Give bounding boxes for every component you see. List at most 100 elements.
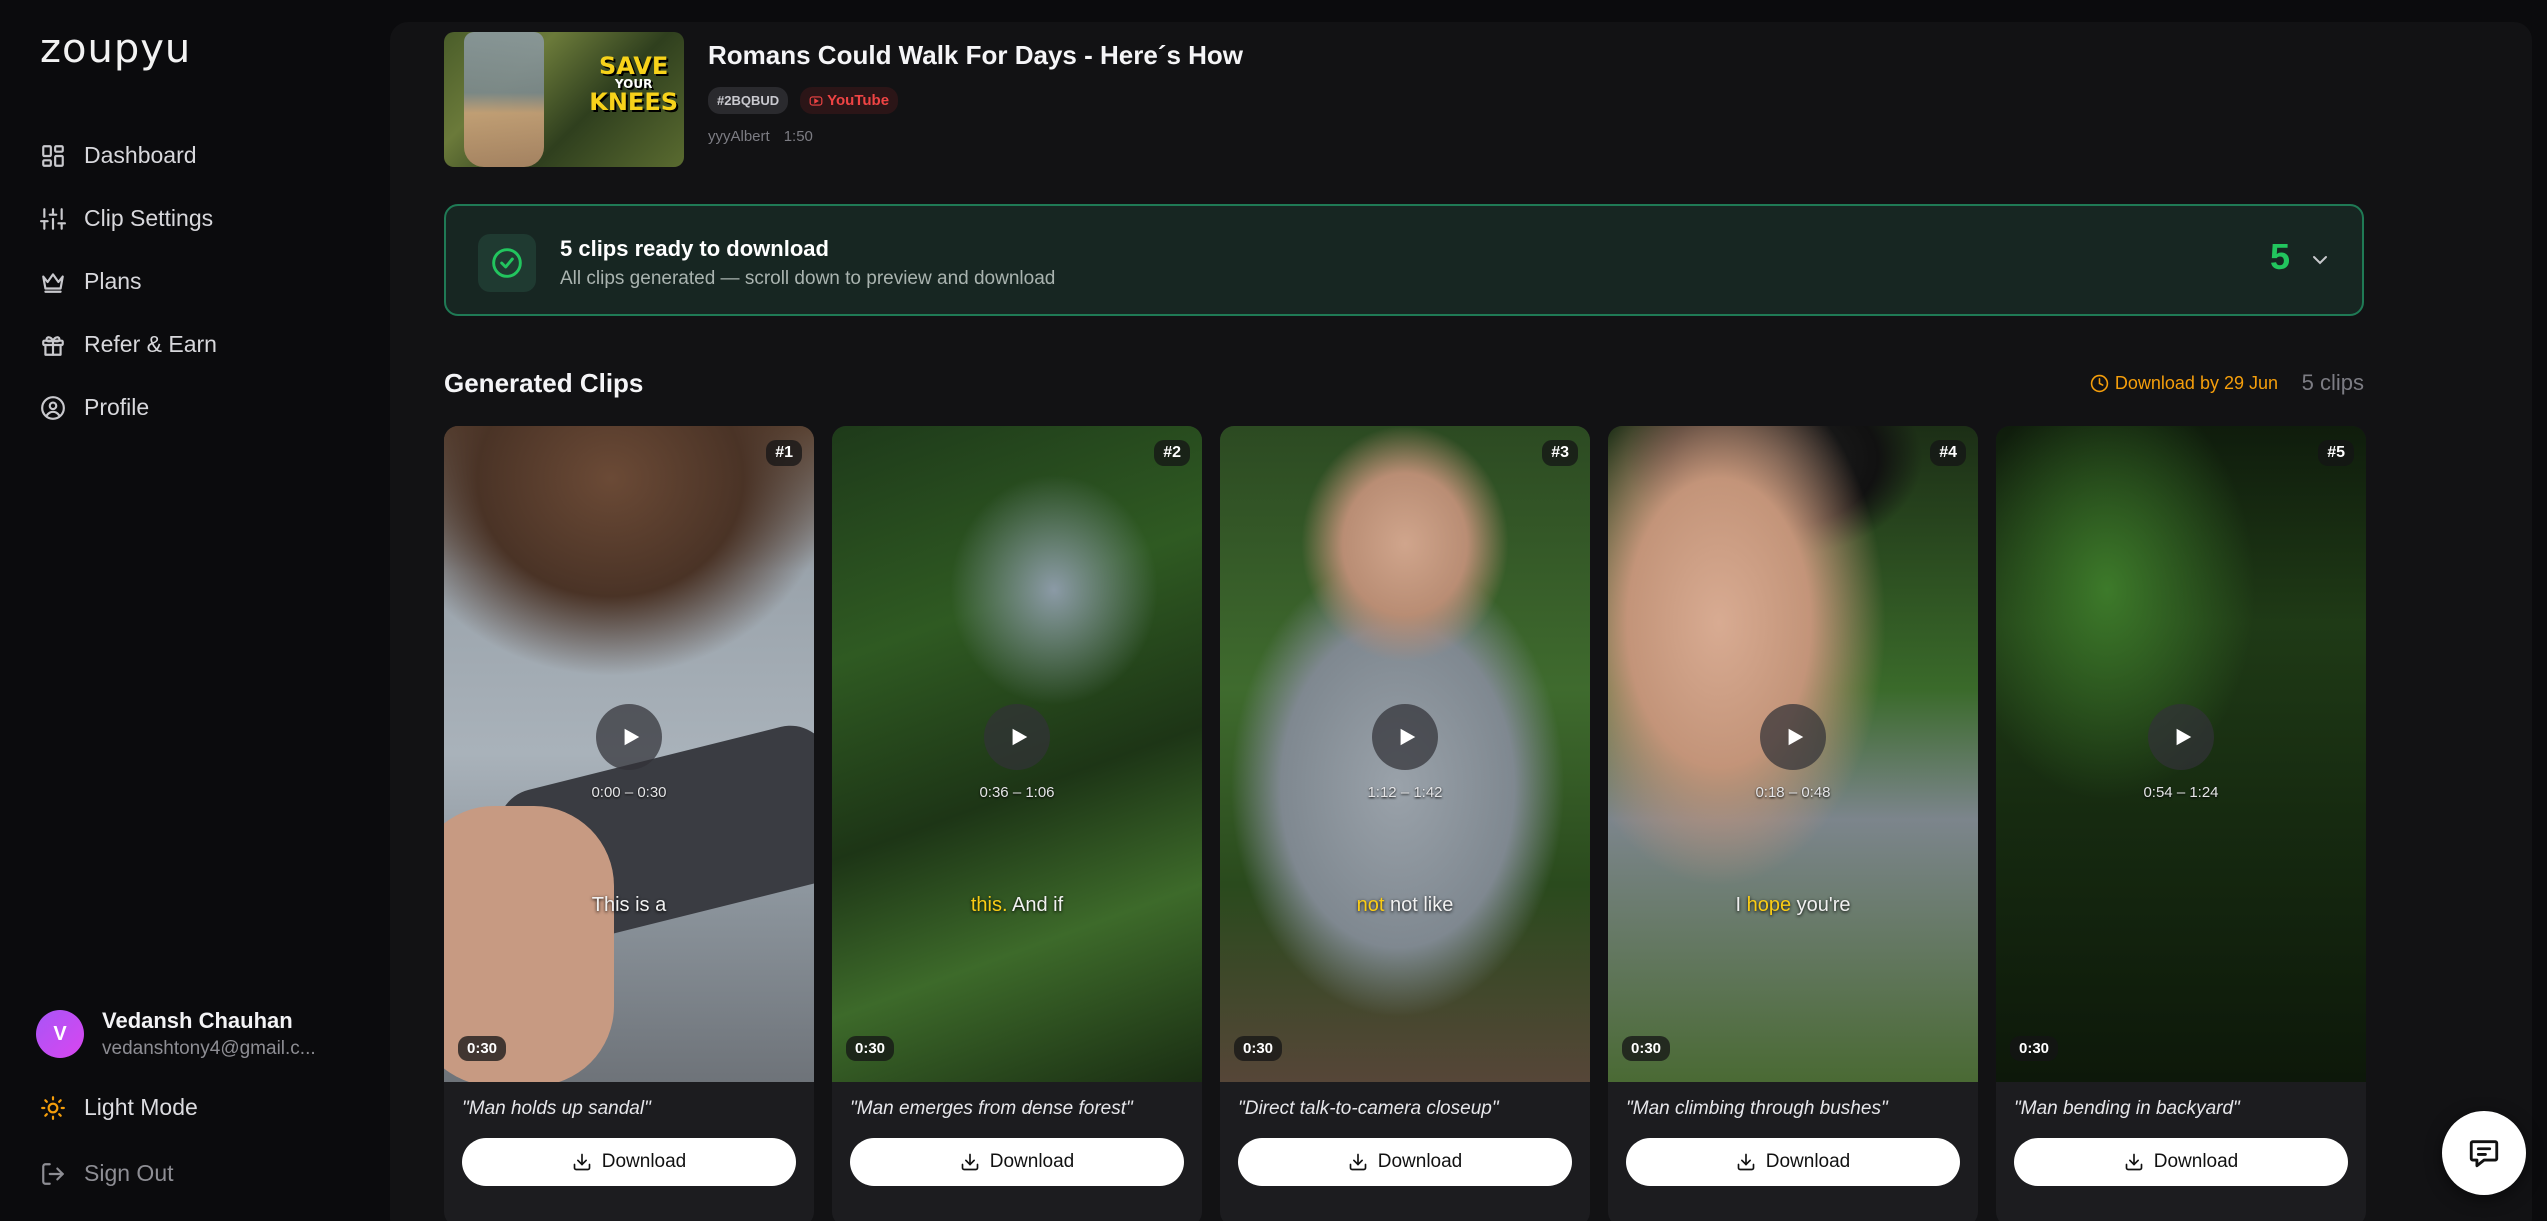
caption-text: This is a xyxy=(591,894,667,916)
download-label: Download xyxy=(601,1151,687,1172)
clip-card: #2 0:36 – 1:06 this. And if 0:30 "Man em… xyxy=(832,426,1202,1221)
play-icon xyxy=(1400,728,1416,746)
play-button[interactable] xyxy=(984,704,1050,770)
clock-icon xyxy=(2090,374,2109,393)
download-button[interactable]: Download xyxy=(850,1138,1184,1186)
source-label: YouTube xyxy=(827,92,890,109)
download-icon xyxy=(1737,1153,1755,1171)
section-title: Generated Clips xyxy=(444,368,644,398)
play-icon xyxy=(1788,728,1804,746)
clip-caption: this. And if xyxy=(832,894,1202,917)
play-icon xyxy=(1012,728,1028,746)
chevron-down-icon[interactable] xyxy=(2308,248,2332,272)
channel-name: yyyAlbert xyxy=(708,128,770,145)
download-icon xyxy=(2125,1153,2143,1171)
play-button[interactable] xyxy=(2148,704,2214,770)
clip-time-range: 0:36 – 1:06 xyxy=(979,784,1055,801)
ready-count: 5 xyxy=(2269,236,2290,277)
sidebar: zoupyu Dashboard Clip Settings Plans Ref… xyxy=(0,0,390,1221)
clip-count: 5 clips xyxy=(2301,370,2364,395)
user-profile[interactable]: V Vedansh Chauhan vedanshtony4@gmail.c..… xyxy=(36,1008,316,1060)
caption-text: And if xyxy=(1007,894,1064,916)
caption-highlight: hope xyxy=(1746,894,1792,916)
light-mode-toggle[interactable]: Light Mode xyxy=(40,1094,198,1121)
caption-highlight: this. xyxy=(970,894,1008,916)
clip-number-badge: #5 xyxy=(2318,440,2354,466)
download-label: Download xyxy=(1765,1151,1851,1172)
clip-preview[interactable]: #3 1:12 – 1:42 not not like 0:30 xyxy=(1220,426,1590,1082)
user-name: Vedansh Chauhan xyxy=(102,1008,293,1033)
sidebar-item-profile[interactable]: Profile xyxy=(40,376,217,439)
video-title: Romans Could Walk For Days - Here´s How xyxy=(708,40,1244,70)
clip-caption: not not like xyxy=(1220,894,1590,917)
clip-duration-badge: 0:30 xyxy=(1622,1036,1671,1061)
clip-number-badge: #4 xyxy=(1930,440,1966,466)
sidebar-item-plans[interactable]: Plans xyxy=(40,250,217,313)
youtube-icon xyxy=(809,95,823,106)
sidebar-item-refer-earn[interactable]: Refer & Earn xyxy=(40,313,217,376)
video-sub-info: yyyAlbert 1:50 xyxy=(708,128,1243,145)
clip-title: "Man bending in backyard" xyxy=(2014,1098,2240,1119)
sidebar-nav: Dashboard Clip Settings Plans Refer & Ea… xyxy=(40,124,217,439)
clip-card: #4 0:18 – 0:48 I hope you're 0:30 "Man c… xyxy=(1608,426,1978,1221)
video-id-badge: #2BQBUD xyxy=(708,87,789,114)
thumbnail-overlay-text: SAVE YOUR KNEES xyxy=(589,54,678,114)
sidebar-item-label: Refer & Earn xyxy=(84,331,217,357)
clips-ready-banner[interactable]: 5 clips ready to download All clips gene… xyxy=(444,204,2364,316)
play-icon xyxy=(624,728,640,746)
clip-title: "Man climbing through bushes" xyxy=(1626,1098,1888,1119)
download-label: Download xyxy=(989,1151,1075,1172)
clip-title: "Man holds up sandal" xyxy=(462,1098,651,1119)
caption-text: not like xyxy=(1384,894,1454,916)
play-button[interactable] xyxy=(1760,704,1826,770)
play-button[interactable] xyxy=(1372,704,1438,770)
video-meta: Romans Could Walk For Days - Here´s How … xyxy=(708,32,1243,167)
video-header: SAVE YOUR KNEES Romans Could Walk For Da… xyxy=(444,32,1243,167)
clip-duration-badge: 0:30 xyxy=(458,1036,507,1061)
download-button[interactable]: Download xyxy=(462,1138,796,1186)
sidebar-item-label: Dashboard xyxy=(84,142,197,168)
user-email: vedanshtony4@gmail.c... xyxy=(102,1038,316,1059)
clip-number-badge: #2 xyxy=(1154,440,1190,466)
clip-preview[interactable]: #5 0:54 – 1:24 0:30 xyxy=(1996,426,2366,1082)
download-label: Download xyxy=(1377,1151,1463,1172)
clip-title: "Direct talk-to-camera closeup" xyxy=(1238,1098,1499,1119)
clip-time-range: 0:18 – 0:48 xyxy=(1755,784,1831,801)
clip-time-range: 1:12 – 1:42 xyxy=(1367,784,1443,801)
sidebar-item-dashboard[interactable]: Dashboard xyxy=(40,124,217,187)
sign-out-button[interactable]: Sign Out xyxy=(40,1160,174,1187)
video-tags: #2BQBUD YouTube xyxy=(708,87,1243,114)
sliders-icon xyxy=(40,206,66,232)
check-circle-icon xyxy=(478,234,536,292)
light-mode-label: Light Mode xyxy=(84,1094,198,1120)
download-button[interactable]: Download xyxy=(2014,1138,2348,1186)
sidebar-item-label: Plans xyxy=(84,268,142,294)
sidebar-item-clip-settings[interactable]: Clip Settings xyxy=(40,187,217,250)
app-logo[interactable]: zoupyu xyxy=(40,26,191,72)
crown-icon xyxy=(40,269,66,295)
clip-preview[interactable]: #2 0:36 – 1:06 this. And if 0:30 xyxy=(832,426,1202,1082)
user-circle-icon xyxy=(40,395,66,421)
play-button[interactable] xyxy=(596,704,662,770)
clip-preview[interactable]: #1 0:00 – 0:30 This is a 0:30 xyxy=(444,426,814,1082)
source-badge: YouTube xyxy=(800,87,899,114)
video-thumbnail[interactable]: SAVE YOUR KNEES xyxy=(444,32,684,167)
caption-prefix: I xyxy=(1735,894,1747,916)
clip-card: #3 1:12 – 1:42 not not like 0:30 "Direct… xyxy=(1220,426,1590,1221)
chat-support-button[interactable] xyxy=(2442,1111,2526,1195)
clip-card: #5 0:54 – 1:24 0:30 "Man bending in back… xyxy=(1996,426,2366,1221)
download-button[interactable]: Download xyxy=(1626,1138,1960,1186)
sign-out-label: Sign Out xyxy=(84,1160,174,1186)
clip-preview[interactable]: #4 0:18 – 0:48 I hope you're 0:30 xyxy=(1608,426,1978,1082)
chat-icon xyxy=(2469,1140,2499,1168)
thumbnail-text-knees: KNEES xyxy=(589,88,678,116)
download-deadline: Download by 29 Jun xyxy=(2090,373,2278,394)
ready-subtitle: All clips generated — scroll down to pre… xyxy=(560,268,1056,289)
thumbnail-figure xyxy=(464,32,544,167)
download-button[interactable]: Download xyxy=(1238,1138,1572,1186)
avatar: V xyxy=(36,1010,84,1058)
sidebar-item-label: Profile xyxy=(84,394,150,420)
clip-caption: I hope you're xyxy=(1608,894,1978,917)
play-icon xyxy=(2176,728,2192,746)
caption-text: you're xyxy=(1791,894,1851,916)
